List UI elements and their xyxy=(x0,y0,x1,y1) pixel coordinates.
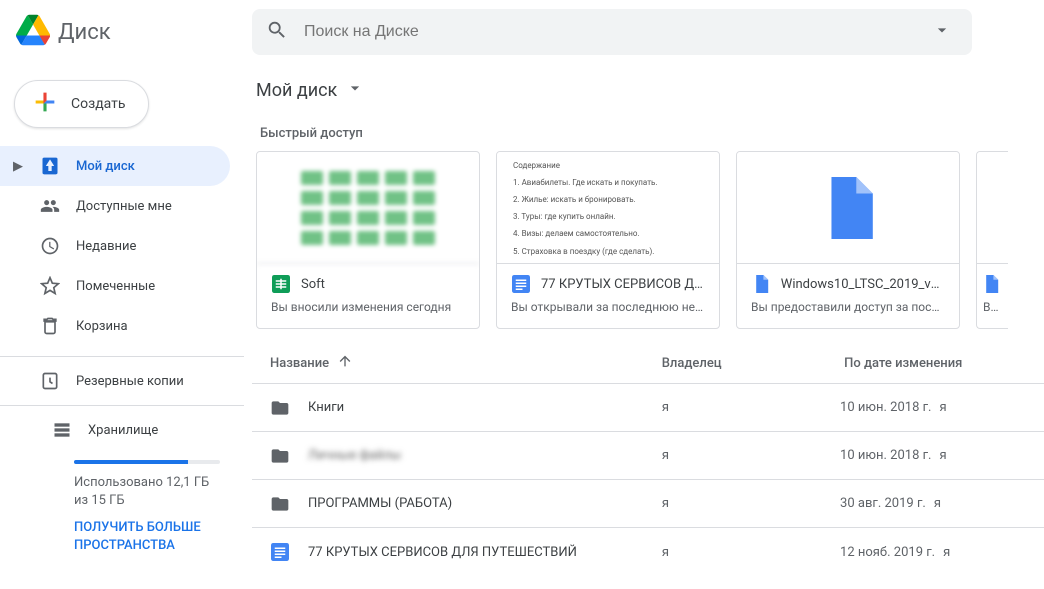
sidebar-item-starred[interactable]: Помеченные xyxy=(0,266,230,306)
create-button-label: Создать xyxy=(71,96,126,112)
app-header: Диск xyxy=(0,0,1044,64)
search-icon xyxy=(266,19,288,45)
search-options-icon[interactable] xyxy=(926,20,958,44)
sidebar-item-label: Мой диск xyxy=(76,159,135,174)
storage-label: Хранилище xyxy=(88,423,158,438)
quickaccess-card[interactable]: Windows10_LTSC_2019_v1… Вы предоставили … xyxy=(736,151,960,329)
row-date: 10 июн. 2018 г. xyxy=(840,400,931,415)
sidebar-item-label: Недавние xyxy=(76,239,136,254)
row-name: Личные файлы xyxy=(308,448,401,463)
row-name: 77 КРУТЫХ СЕРВИСОВ ДЛЯ ПУТЕШЕСТВИЙ xyxy=(308,545,577,560)
sidebar-item-storage[interactable]: Хранилище xyxy=(0,410,230,450)
breadcrumb-label: Мой диск xyxy=(256,80,337,101)
chevron-right-icon: ▶ xyxy=(12,159,24,174)
sheets-icon xyxy=(271,274,291,294)
column-date[interactable]: По дате изменения xyxy=(844,356,1036,371)
storage-progress xyxy=(74,460,220,464)
card-subtitle: Вы вносили изменения сегодня xyxy=(271,300,465,314)
docs-icon xyxy=(511,274,531,294)
app-name: Диск xyxy=(58,20,111,45)
row-name: Книги xyxy=(308,400,344,415)
row-date: 30 авг. 2019 г. xyxy=(840,496,926,511)
card-filename: Soft xyxy=(301,277,325,292)
card-filename: Windows10_LTSC_2019_v1… xyxy=(781,277,945,292)
search-input[interactable] xyxy=(304,23,926,41)
table-header: Название Владелец По дате изменения xyxy=(252,329,1044,384)
search-bar[interactable] xyxy=(252,9,972,55)
sidebar-item-trash[interactable]: Корзина xyxy=(0,306,230,346)
card-thumbnail xyxy=(737,152,959,264)
row-owner: я xyxy=(662,545,840,560)
chevron-down-icon xyxy=(345,78,365,103)
storage-upgrade-link[interactable]: ПОЛУЧИТЬ БОЛЬШЕ ПРОСТРАНСТВА xyxy=(74,519,220,554)
backup-icon xyxy=(40,371,60,391)
table-row[interactable]: ПРОГРАММЫ (РАБОТА) я 30 авг. 2019 г.я xyxy=(252,480,1044,528)
sidebar-item-label: Помеченные xyxy=(76,279,155,294)
docs-icon xyxy=(270,542,290,562)
create-button[interactable]: Создать xyxy=(14,80,149,128)
card-thumbnail xyxy=(977,152,1008,264)
column-owner[interactable]: Владелец xyxy=(662,356,836,371)
sidebar-item-label: Резервные копии xyxy=(76,374,184,389)
quickaccess-title: Быстрый доступ xyxy=(252,116,1044,151)
quickaccess-row: Soft Вы вносили изменения сегодня 77 КРУ… xyxy=(252,151,1044,329)
sidebar: Создать ▶ Мой диск Доступные мне xyxy=(0,64,244,576)
row-date: 12 нояб. 2019 г. xyxy=(840,545,935,560)
folder-icon xyxy=(270,494,290,514)
card-subtitle: Вы открывали за последнюю не… xyxy=(511,300,705,314)
row-name: ПРОГРАММЫ (РАБОТА) xyxy=(308,496,452,511)
table-row[interactable]: Личные файлы я 10 июн. 2018 г.я xyxy=(252,432,1044,480)
star-icon xyxy=(40,276,60,296)
table-row[interactable]: 77 КРУТЫХ СЕРВИСОВ ДЛЯ ПУТЕШЕСТВИЙ я 12 … xyxy=(252,528,1044,576)
quickaccess-card[interactable]: 77 КРУТЫХ СЕРВИСОВ ДЛЯ ПУТЕШЕСТВИЙ. Соде… xyxy=(496,151,720,329)
trash-icon xyxy=(40,316,60,336)
row-owner: я xyxy=(662,496,840,511)
card-thumbnail xyxy=(257,152,479,264)
quickaccess-card[interactable]: W Вы ре xyxy=(976,151,1008,329)
card-filename: 77 КРУТЫХ СЕРВИСОВ Д… xyxy=(541,277,703,292)
row-date: 10 июн. 2018 г. xyxy=(840,448,931,463)
main-content: Мой диск Быстрый доступ Soft Вы вносили … xyxy=(244,64,1044,576)
quickaccess-card[interactable]: Soft Вы вносили изменения сегодня xyxy=(256,151,480,329)
sidebar-item-label: Корзина xyxy=(76,319,128,334)
logo-area: Диск xyxy=(16,13,244,51)
sidebar-item-shared[interactable]: Доступные мне xyxy=(0,186,230,226)
sidebar-item-backups[interactable]: Резервные копии xyxy=(0,361,230,401)
file-icon xyxy=(751,274,771,294)
card-subtitle: Вы предоставили доступ за посл… xyxy=(751,300,945,314)
folder-icon xyxy=(270,398,290,418)
sidebar-item-recent[interactable]: Недавние xyxy=(0,226,230,266)
people-icon xyxy=(40,196,60,216)
table-row[interactable]: Книги я 10 июн. 2018 г.я xyxy=(252,384,1044,432)
storage-icon xyxy=(52,420,72,440)
plus-icon xyxy=(31,88,59,120)
file-icon xyxy=(983,274,999,294)
clock-icon xyxy=(40,236,60,256)
drive-icon xyxy=(40,156,60,176)
sidebar-item-mydrive[interactable]: ▶ Мой диск xyxy=(0,146,230,186)
card-subtitle: Вы ре xyxy=(983,300,1002,314)
storage-used-text: Использовано 12,1 ГБ из 15 ГБ xyxy=(74,474,220,509)
column-name[interactable]: Название xyxy=(270,353,654,373)
drive-logo-icon xyxy=(16,13,50,51)
sort-asc-icon xyxy=(337,353,353,373)
folder-icon xyxy=(270,446,290,466)
row-owner: я xyxy=(662,448,840,463)
sidebar-item-label: Доступные мне xyxy=(76,199,172,214)
breadcrumb[interactable]: Мой диск xyxy=(252,64,1044,116)
card-thumbnail: 77 КРУТЫХ СЕРВИСОВ ДЛЯ ПУТЕШЕСТВИЙ. Соде… xyxy=(497,152,719,264)
row-owner: я xyxy=(662,400,840,415)
